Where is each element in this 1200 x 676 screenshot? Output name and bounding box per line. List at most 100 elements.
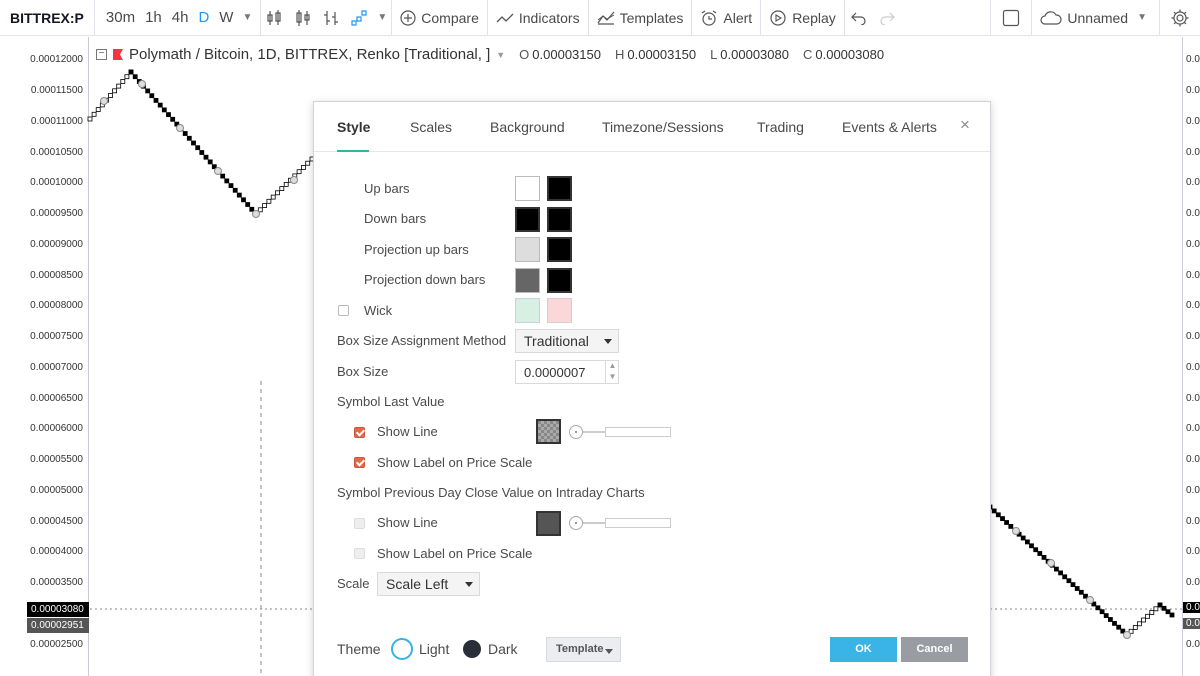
series-menu-icon[interactable]: ▼	[496, 50, 505, 60]
interval-w[interactable]: W	[214, 9, 238, 26]
tab-trading[interactable]: Trading	[757, 119, 804, 135]
slider-knob[interactable]	[569, 425, 583, 439]
layout-name: Unnamed	[1067, 9, 1129, 26]
renko-brick	[270, 194, 276, 200]
renko-brick	[199, 150, 205, 155]
redo-icon[interactable]	[873, 0, 901, 36]
projection-down-border-color[interactable]	[547, 268, 572, 293]
scale-select[interactable]: Scale Left	[377, 572, 480, 596]
renko-chart-icon[interactable]	[345, 0, 373, 36]
templates-button[interactable]: Templates	[589, 0, 692, 36]
last-value-line-width-slider[interactable]	[569, 425, 673, 439]
flag-icon[interactable]	[113, 49, 123, 60]
series-title[interactable]: Polymath / Bitcoin, 1D, BITTREX, Renko […	[129, 46, 490, 63]
low-value: L 0.00003080	[710, 47, 789, 62]
tab-scales[interactable]: Scales	[410, 119, 452, 135]
prev-close-show-label-checkbox[interactable]	[354, 548, 365, 559]
interval-d[interactable]: D	[193, 9, 214, 26]
last-value-show-line-checkbox[interactable]	[354, 427, 365, 438]
renko-brick	[108, 93, 113, 98]
last-value-show-label-label: Show Label on Price Scale	[377, 455, 533, 470]
box-size-stepper-icon[interactable]: ▲ ▼	[605, 360, 619, 384]
renko-brick	[991, 508, 997, 514]
renko-brick	[161, 107, 167, 113]
last-value-show-label-checkbox[interactable]	[354, 457, 365, 468]
indicators-icon	[496, 13, 514, 22]
theme-label: Theme	[337, 641, 381, 657]
projection-up-border-color[interactable]	[547, 237, 572, 262]
candles-chart-icon[interactable]	[289, 0, 317, 36]
symbol-search[interactable]: BITTREX:P	[0, 10, 94, 26]
down-bars-border-color[interactable]	[547, 207, 572, 232]
cancel-button[interactable]: Cancel	[901, 637, 968, 662]
box-method-select[interactable]: Traditional	[515, 329, 619, 353]
session-break-marker	[1086, 596, 1094, 604]
theme-dark-radio[interactable]	[463, 640, 481, 658]
wick-up-color[interactable]	[515, 298, 540, 323]
close-icon[interactable]: ×	[960, 115, 970, 135]
chart-type-dropdown-icon[interactable]: ▼	[373, 12, 391, 23]
tab-timezone-sessions[interactable]: Timezone/Sessions	[602, 119, 724, 135]
indicators-label: Indicators	[518, 9, 580, 26]
prev-close-show-line-checkbox[interactable]	[354, 518, 365, 529]
prev-close-show-line-label: Show Line	[377, 515, 438, 530]
renko-brick	[1070, 582, 1076, 587]
tab-style[interactable]: Style	[337, 119, 370, 135]
tab-events-alerts[interactable]: Events & Alerts	[842, 119, 937, 135]
wick-down-color[interactable]	[547, 298, 572, 323]
renko-brick	[1033, 547, 1039, 553]
projection-down-body-color[interactable]	[515, 268, 540, 293]
compare-button[interactable]: Compare	[392, 0, 487, 36]
bars-chart-icon[interactable]	[261, 0, 289, 36]
settings-gear-icon[interactable]	[1160, 0, 1200, 36]
prev-close-line-width-slider[interactable]	[569, 516, 673, 530]
renko-brick	[296, 169, 302, 175]
renko-brick	[228, 183, 234, 189]
replay-icon	[770, 9, 786, 26]
interval-1h[interactable]: 1h	[140, 9, 167, 26]
template-dropdown[interactable]: Template	[546, 637, 621, 662]
high-number: 0.00003150	[627, 47, 697, 62]
collapse-legend-icon[interactable]: −	[96, 49, 107, 60]
interval-30m[interactable]: 30m	[101, 9, 140, 26]
box-size-input[interactable]	[515, 360, 619, 384]
last-value-show-line-label: Show Line	[377, 424, 438, 439]
theme-light-label[interactable]: Light	[419, 641, 449, 657]
renko-brick	[195, 145, 201, 151]
up-bars-border-color[interactable]	[547, 176, 572, 201]
last-value-line-color[interactable]	[536, 419, 561, 444]
theme-light-radio[interactable]	[391, 638, 413, 660]
fullscreen-icon[interactable]	[991, 0, 1031, 36]
replay-button[interactable]: Replay	[761, 0, 844, 36]
prev-close-show-label-label: Show Label on Price Scale	[377, 546, 533, 561]
ohlc-chart-icon[interactable]	[317, 0, 345, 36]
undo-icon[interactable]	[845, 0, 873, 36]
renko-brick	[207, 159, 213, 165]
chart-properties-dialog: Style Scales Background Timezone/Session…	[313, 101, 991, 676]
up-bars-body-color[interactable]	[515, 176, 540, 201]
session-break-marker	[100, 97, 108, 105]
tab-background[interactable]: Background	[490, 119, 565, 135]
alert-button[interactable]: Alert	[692, 0, 760, 36]
session-break-marker	[176, 124, 184, 132]
indicators-button[interactable]: Indicators	[488, 0, 588, 36]
renko-brick	[203, 154, 209, 160]
wick-checkbox[interactable]	[338, 305, 349, 316]
ok-button[interactable]: OK	[830, 637, 897, 662]
theme-dark-label[interactable]: Dark	[488, 641, 518, 657]
renko-brick	[266, 198, 272, 204]
projection-up-body-color[interactable]	[515, 237, 540, 262]
interval-dropdown-icon[interactable]: ▼	[238, 12, 256, 23]
close-key: C	[802, 47, 813, 62]
slider-knob[interactable]	[569, 516, 583, 530]
renko-brick	[995, 512, 1001, 518]
interval-4h[interactable]: 4h	[167, 9, 194, 26]
scale-value: Scale Left	[386, 576, 449, 592]
layout-dropdown-icon[interactable]: ▼	[1133, 12, 1151, 23]
prev-close-line-color[interactable]	[536, 511, 561, 536]
slider-track	[583, 522, 605, 524]
layout-button[interactable]: Unnamed ▼	[1032, 0, 1159, 36]
renko-brick	[1041, 555, 1047, 560]
renko-brick	[1165, 609, 1171, 615]
down-bars-body-color[interactable]	[515, 207, 540, 232]
